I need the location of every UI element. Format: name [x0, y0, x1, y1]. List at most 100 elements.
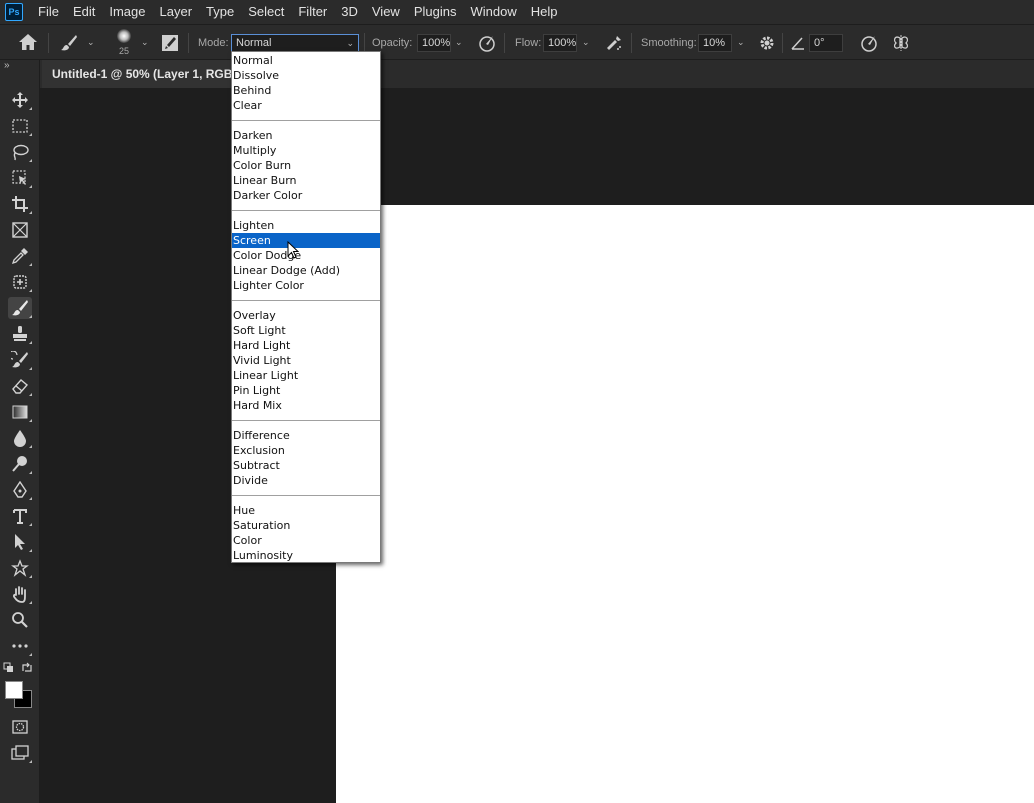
blend-mode-option-vivid-light[interactable]: Vivid Light — [232, 353, 380, 368]
chevron-down-icon: ⌄ — [346, 38, 354, 48]
menu-type[interactable]: Type — [199, 0, 241, 24]
blend-mode-option-saturation[interactable]: Saturation — [232, 518, 380, 533]
gear-icon[interactable] — [758, 34, 776, 55]
quick-mask-icon[interactable] — [8, 716, 32, 738]
blend-mode-option-multiply[interactable]: Multiply — [232, 143, 380, 158]
shape-tool-icon[interactable] — [8, 557, 32, 579]
blend-mode-option-clear[interactable]: Clear — [232, 98, 380, 113]
menu-edit[interactable]: Edit — [66, 0, 102, 24]
document-area-top — [336, 88, 1034, 205]
object-select-tool-icon[interactable] — [8, 167, 32, 189]
pen-tool-icon[interactable] — [8, 479, 32, 501]
mouse-cursor-icon — [287, 240, 300, 262]
blend-mode-option-screen[interactable]: Screen — [232, 233, 380, 248]
pressure-opacity-icon[interactable] — [478, 34, 496, 55]
blend-mode-dropdown: Normal Dissolve Behind Clear Darken Multiply C… — [231, 51, 381, 563]
mode-label: Mode: — [198, 37, 229, 49]
angle-icon — [790, 35, 806, 54]
hand-tool-icon[interactable] — [8, 583, 32, 605]
blend-mode-option-darken[interactable]: Darken — [232, 128, 380, 143]
marquee-tool-icon[interactable] — [8, 115, 32, 137]
opacity-input[interactable]: 100% — [417, 34, 451, 52]
healing-brush-tool-icon[interactable] — [8, 271, 32, 293]
lasso-tool-icon[interactable] — [8, 141, 32, 163]
menu-plugins[interactable]: Plugins — [407, 0, 464, 24]
mode-select[interactable]: Normal ⌄ — [231, 34, 359, 52]
mode-select-value: Normal — [236, 37, 272, 49]
type-tool-icon[interactable] — [8, 505, 32, 527]
menu-3d[interactable]: 3D — [334, 0, 365, 24]
chevron-down-icon[interactable]: ⌄ — [737, 37, 745, 48]
blend-mode-option-color-dodge[interactable]: Color Dodge — [232, 248, 380, 263]
brush-tool-icon[interactable] — [8, 297, 32, 319]
chevron-down-icon[interactable]: ⌄ — [87, 37, 95, 48]
more-tools-icon[interactable] — [8, 635, 32, 657]
blend-mode-option-lighten[interactable]: Lighten — [232, 218, 380, 233]
zoom-tool-icon[interactable] — [8, 609, 32, 631]
eraser-tool-icon[interactable] — [8, 375, 32, 397]
blend-mode-option-normal[interactable]: Normal — [232, 53, 380, 68]
symmetry-icon[interactable] — [892, 34, 910, 55]
blend-mode-option-linear-burn[interactable]: Linear Burn — [232, 173, 380, 188]
menu-select[interactable]: Select — [241, 0, 291, 24]
blend-mode-option-soft-light[interactable]: Soft Light — [232, 323, 380, 338]
dropdown-separator — [232, 210, 380, 211]
eyedropper-tool-icon[interactable] — [8, 245, 32, 267]
collapse-panel-icon[interactable]: » — [4, 60, 10, 71]
menu-filter[interactable]: Filter — [291, 0, 334, 24]
pressure-size-icon[interactable] — [860, 34, 878, 55]
home-icon[interactable] — [18, 33, 38, 54]
dodge-tool-icon[interactable] — [8, 453, 32, 475]
menu-help[interactable]: Help — [524, 0, 565, 24]
crop-tool-icon[interactable] — [8, 193, 32, 215]
swap-colors-icon[interactable] — [21, 662, 33, 674]
clone-stamp-tool-icon[interactable] — [8, 323, 32, 345]
blend-mode-option-luminosity[interactable]: Luminosity — [232, 548, 380, 563]
blend-mode-option-hard-mix[interactable]: Hard Mix — [232, 398, 380, 413]
blend-mode-option-color-burn[interactable]: Color Burn — [232, 158, 380, 173]
chevron-down-icon[interactable]: ⌄ — [141, 37, 149, 48]
options-bar: ⌄ 25 ⌄ Mode: Normal ⌄ Opacity: 100% ⌄ Fl… — [0, 24, 1034, 60]
screen-mode-icon[interactable] — [8, 742, 32, 764]
gradient-tool-icon[interactable] — [8, 401, 32, 423]
blend-mode-option-color[interactable]: Color — [232, 533, 380, 548]
smoothing-input[interactable]: 10% — [698, 34, 732, 52]
brush-tool-preset-icon[interactable] — [60, 34, 78, 55]
path-selection-tool-icon[interactable] — [8, 531, 32, 553]
blend-mode-option-linear-dodge-add[interactable]: Linear Dodge (Add) — [232, 263, 380, 278]
frame-tool-icon[interactable] — [8, 219, 32, 241]
blend-mode-option-behind[interactable]: Behind — [232, 83, 380, 98]
menu-view[interactable]: View — [365, 0, 407, 24]
document-canvas[interactable] — [336, 205, 1034, 803]
menu-window[interactable]: Window — [463, 0, 523, 24]
blend-mode-option-pin-light[interactable]: Pin Light — [232, 383, 380, 398]
angle-input[interactable]: 0° — [809, 34, 843, 52]
menu-file[interactable]: File — [31, 0, 66, 24]
blend-mode-option-subtract[interactable]: Subtract — [232, 458, 380, 473]
dropdown-separator — [232, 120, 380, 121]
menu-image[interactable]: Image — [102, 0, 152, 24]
dropdown-separator — [232, 420, 380, 421]
menu-layer[interactable]: Layer — [153, 0, 200, 24]
airbrush-icon[interactable] — [605, 34, 623, 55]
history-brush-tool-icon[interactable] — [8, 349, 32, 371]
blend-mode-option-darker-color[interactable]: Darker Color — [232, 188, 380, 203]
chevron-down-icon[interactable]: ⌄ — [455, 37, 463, 48]
blend-mode-option-overlay[interactable]: Overlay — [232, 308, 380, 323]
blend-mode-option-dissolve[interactable]: Dissolve — [232, 68, 380, 83]
move-tool-icon[interactable] — [8, 89, 32, 111]
flow-input[interactable]: 100% — [543, 34, 577, 52]
blur-tool-icon[interactable] — [8, 427, 32, 449]
blend-mode-option-difference[interactable]: Difference — [232, 428, 380, 443]
foreground-color-swatch[interactable] — [5, 681, 23, 699]
blend-mode-option-lighter-color[interactable]: Lighter Color — [232, 278, 380, 293]
blend-mode-option-hard-light[interactable]: Hard Light — [232, 338, 380, 353]
blend-mode-option-linear-light[interactable]: Linear Light — [232, 368, 380, 383]
brush-settings-panel-icon[interactable] — [161, 34, 179, 55]
chevron-down-icon[interactable]: ⌄ — [582, 37, 590, 48]
blend-mode-option-hue[interactable]: Hue — [232, 503, 380, 518]
blend-mode-option-divide[interactable]: Divide — [232, 473, 380, 488]
blend-mode-option-exclusion[interactable]: Exclusion — [232, 443, 380, 458]
brush-preview-icon[interactable] — [113, 29, 135, 45]
default-colors-icon[interactable] — [3, 662, 15, 674]
